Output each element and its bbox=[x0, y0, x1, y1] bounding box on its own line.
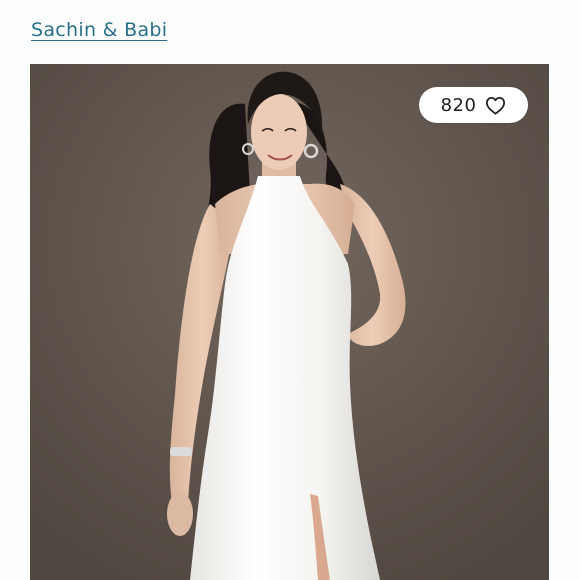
listing-page: Sachin & Babi 820 bbox=[0, 0, 580, 580]
like-button[interactable]: 820 bbox=[419, 87, 528, 123]
brand-link[interactable]: Sachin & Babi bbox=[31, 19, 167, 41]
like-count: 820 bbox=[440, 94, 477, 116]
heart-icon bbox=[486, 96, 506, 115]
product-photo[interactable] bbox=[30, 64, 549, 580]
product-photo-illustration bbox=[30, 64, 549, 580]
